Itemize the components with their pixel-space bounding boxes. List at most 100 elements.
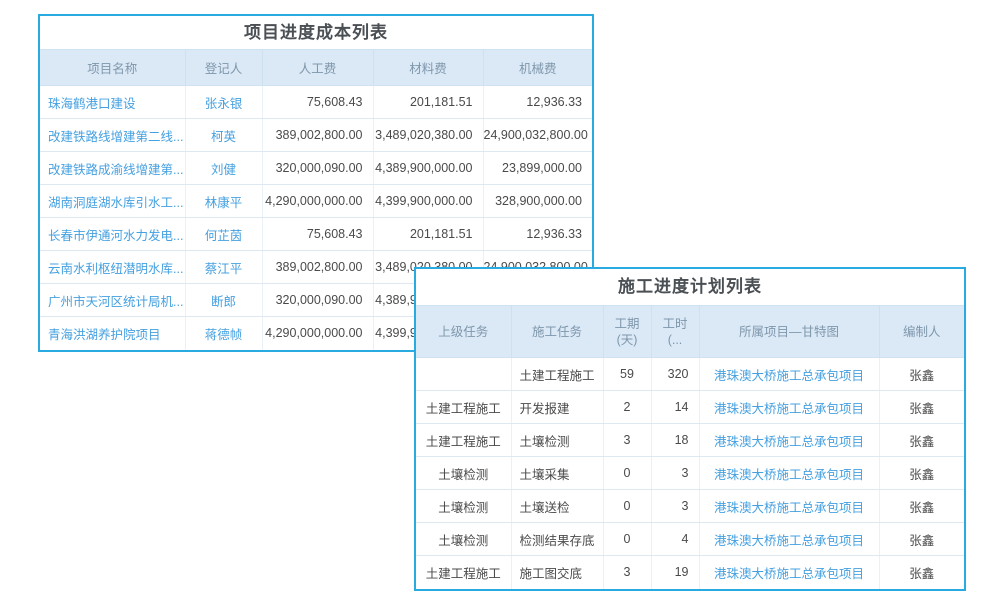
column-header-parent-task: 上级任务 [416,306,511,358]
column-header-label: 所属项目—甘特图 [700,324,879,340]
project-gantt-link[interactable]: 港珠澳大桥施工总承包项目 [699,358,879,391]
project-name-link[interactable]: 改建铁路线增建第二线... [40,119,185,152]
table-row: 长春市伊通河水力发电... 何芷茵 75,608.43 201,181.51 1… [40,218,592,251]
table-row: 土建工程施工 开发报建 2 14 港珠澳大桥施工总承包项目 张鑫 [416,391,964,424]
project-name-link[interactable]: 广州市天河区统计局机... [40,284,185,317]
task-name-cell: 土建工程施工 [511,358,603,391]
labor-cost-value: 389,002,800.00 [262,119,373,152]
project-gantt-link[interactable]: 港珠澳大桥施工总承包项目 [699,556,879,589]
task-name-cell: 土壤检测 [511,424,603,457]
duration-value: 59 [603,358,651,391]
column-header-material-cost: 材料费 [373,50,483,86]
material-cost-value: 3,489,020,380.00 [373,119,483,152]
labor-cost-value: 4,290,000,000.00 [262,317,373,350]
duration-value: 0 [603,490,651,523]
registrant-link[interactable]: 断郎 [185,284,262,317]
column-header-label: 编制人 [880,324,965,340]
column-header-compiler: 编制人 [879,306,964,358]
project-name-link[interactable]: 珠海鹤港口建设 [40,86,185,119]
parent-task-cell: 土壤检测 [416,457,511,490]
column-header-duration: 工期 (天) [603,306,651,358]
task-name-cell: 土壤送检 [511,490,603,523]
project-name-link[interactable]: 湖南洞庭湖水库引水工... [40,185,185,218]
labor-cost-value: 75,608.43 [262,218,373,251]
compiler-cell: 张鑫 [879,523,964,556]
registrant-link[interactable]: 林康平 [185,185,262,218]
table-row: 土建工程施工 59 320 港珠澳大桥施工总承包项目 张鑫 [416,358,964,391]
table-row: 土壤检测 土壤采集 0 3 港珠澳大桥施工总承包项目 张鑫 [416,457,964,490]
material-cost-value: 201,181.51 [373,218,483,251]
parent-task-cell [416,358,511,391]
parent-task-cell: 土建工程施工 [416,391,511,424]
project-gantt-link[interactable]: 港珠澳大桥施工总承包项目 [699,457,879,490]
machine-cost-value: 24,900,032,800.00 [483,119,592,152]
compiler-cell: 张鑫 [879,457,964,490]
column-header-machine-cost: 机械费 [483,50,592,86]
duration-value: 0 [603,457,651,490]
column-header-project-gantt: 所属项目—甘特图 [699,306,879,358]
parent-task-cell: 土建工程施工 [416,424,511,457]
table-row: 湖南洞庭湖水库引水工... 林康平 4,290,000,000.00 4,399… [40,185,592,218]
hours-value: 14 [651,391,699,424]
column-header-registrant: 登记人 [185,50,262,86]
machine-cost-value: 12,936.33 [483,86,592,119]
column-header-label: 上级任务 [416,324,511,340]
column-header-hours: 工时 (... [651,306,699,358]
table-row: 土建工程施工 施工图交底 3 19 港珠澳大桥施工总承包项目 张鑫 [416,556,964,589]
hours-value: 18 [651,424,699,457]
schedule-table-header-row: 上级任务 施工任务 工期 (天) 工时 (... 所属项目—甘特图 编制人 [416,306,964,358]
labor-cost-value: 75,608.43 [262,86,373,119]
machine-cost-value: 12,936.33 [483,218,592,251]
registrant-link[interactable]: 蔡江平 [185,251,262,284]
task-name-cell: 检测结果存底 [511,523,603,556]
column-header-subline: (天) [604,332,651,348]
project-gantt-link[interactable]: 港珠澳大桥施工总承包项目 [699,424,879,457]
task-name-cell: 开发报建 [511,391,603,424]
table-row: 珠海鹤港口建设 张永银 75,608.43 201,181.51 12,936.… [40,86,592,119]
column-header-subline: (... [652,332,699,348]
cost-table-header-row: 项目名称 登记人 人工费 材料费 机械费 [40,50,592,86]
hours-value: 3 [651,457,699,490]
duration-value: 3 [603,556,651,589]
parent-task-cell: 土建工程施工 [416,556,511,589]
task-name-cell: 土壤采集 [511,457,603,490]
project-gantt-link[interactable]: 港珠澳大桥施工总承包项目 [699,523,879,556]
registrant-link[interactable]: 柯英 [185,119,262,152]
table-row: 改建铁路线增建第二线... 柯英 389,002,800.00 3,489,02… [40,119,592,152]
machine-cost-value: 23,899,000.00 [483,152,592,185]
schedule-list-panel: 施工进度计划列表 上级任务 施工任务 工期 (天) 工时 (... [414,267,966,591]
compiler-cell: 张鑫 [879,490,964,523]
cost-list-title: 项目进度成本列表 [40,16,592,49]
duration-value: 0 [603,523,651,556]
project-name-link[interactable]: 云南水利枢纽潜明水库... [40,251,185,284]
registrant-link[interactable]: 张永银 [185,86,262,119]
hours-value: 4 [651,523,699,556]
table-row: 土建工程施工 土壤检测 3 18 港珠澳大桥施工总承包项目 张鑫 [416,424,964,457]
schedule-table: 上级任务 施工任务 工期 (天) 工时 (... 所属项目—甘特图 编制人 [416,305,964,589]
parent-task-cell: 土壤检测 [416,490,511,523]
registrant-link[interactable]: 刘健 [185,152,262,185]
labor-cost-value: 4,290,000,000.00 [262,185,373,218]
labor-cost-value: 320,000,090.00 [262,284,373,317]
project-gantt-link[interactable]: 港珠澳大桥施工总承包项目 [699,391,879,424]
schedule-list-title: 施工进度计划列表 [416,269,964,305]
labor-cost-value: 320,000,090.00 [262,152,373,185]
duration-value: 3 [603,424,651,457]
project-name-link[interactable]: 改建铁路成渝线增建第... [40,152,185,185]
registrant-link[interactable]: 何芷茵 [185,218,262,251]
parent-task-cell: 土壤检测 [416,523,511,556]
project-gantt-link[interactable]: 港珠澳大桥施工总承包项目 [699,490,879,523]
hours-value: 320 [651,358,699,391]
project-name-link[interactable]: 长春市伊通河水力发电... [40,218,185,251]
column-header-labor-cost: 人工费 [262,50,373,86]
hours-value: 19 [651,556,699,589]
labor-cost-value: 389,002,800.00 [262,251,373,284]
project-name-link[interactable]: 青海洪湖养护院项目 [40,317,185,350]
registrant-link[interactable]: 蒋德帧 [185,317,262,350]
machine-cost-value: 328,900,000.00 [483,185,592,218]
column-header-project-name: 项目名称 [40,50,185,86]
compiler-cell: 张鑫 [879,358,964,391]
column-header-label: 施工任务 [512,324,603,340]
material-cost-value: 4,389,900,000.00 [373,152,483,185]
task-name-cell: 施工图交底 [511,556,603,589]
